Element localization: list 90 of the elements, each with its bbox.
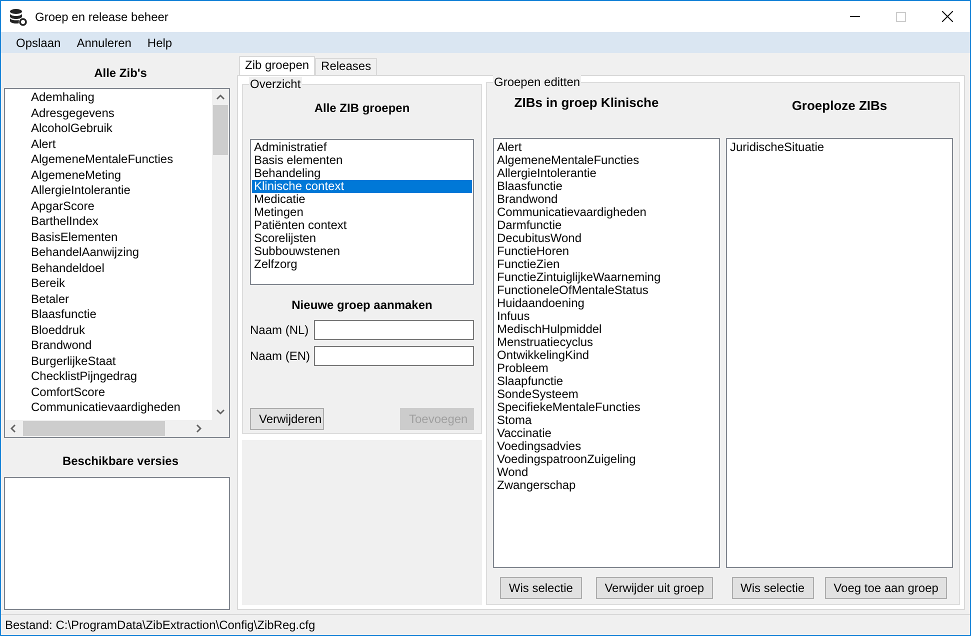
list-item[interactable]: Blaasfunctie [31, 307, 212, 322]
list-item[interactable]: Metingen [252, 206, 472, 219]
menu-item[interactable]: Help [139, 34, 180, 52]
list-item[interactable]: Behandeling [252, 167, 472, 180]
minimize-icon [850, 16, 860, 17]
list-item[interactable]: AllergieIntolerantie [31, 183, 212, 198]
list-item[interactable]: Communicatievaardigheden [31, 400, 212, 416]
text-field[interactable] [314, 320, 474, 340]
section-heading: Nieuwe groep aanmaken [290, 297, 434, 314]
section-heading: ZIBs in groep Klinische [513, 94, 660, 112]
list-item[interactable]: Bereik [31, 276, 212, 292]
list-item[interactable]: FunctieZintuiglijkeWaarneming [497, 270, 719, 284]
list-item[interactable]: AlgemeneMeting [31, 168, 212, 183]
scrollbar-thumb[interactable] [213, 105, 228, 155]
panel-heading: Alle Zib's [93, 65, 148, 82]
list-item[interactable]: BurgerlijkeStaat [31, 354, 212, 369]
list-item[interactable]: FunctioneleOfMentaleStatus [497, 284, 719, 296]
list-item[interactable]: BehandelAanwijzing [31, 245, 212, 260]
list-item[interactable]: Probleem [497, 362, 719, 374]
field-label: Naam (EN) [250, 348, 312, 365]
list-item[interactable]: Zelfzorg [252, 258, 472, 271]
status-text: Bestand: C:\ProgramData\ZibExtraction\Config\ZibReg.cfg [5, 617, 316, 634]
list-item[interactable]: Brandwond [497, 192, 719, 206]
list-item[interactable]: DecubitusWond [497, 232, 719, 244]
list-item[interactable]: BarthelIndex [31, 214, 212, 230]
list-item[interactable]: Basis elementen [252, 154, 472, 167]
list-item[interactable]: Patiënten context [252, 219, 472, 232]
list-item[interactable]: SondeSysteem [497, 388, 719, 400]
group-legend: Groepen editten [493, 75, 582, 89]
list-item[interactable]: MedischHulpmiddel [497, 322, 719, 336]
list-item[interactable]: Betaler [31, 292, 212, 307]
action-button[interactable]: Verwijder uit groep [596, 577, 714, 599]
list-item[interactable]: FunctieHoren [497, 244, 719, 258]
list-item[interactable]: Darmfunctie [497, 218, 719, 232]
list-item[interactable]: Blaasfunctie [497, 180, 719, 192]
field-label: Naam (NL) [250, 322, 310, 339]
list-item[interactable]: Bloeddruk [31, 322, 212, 338]
list-item[interactable]: Stoma [497, 414, 719, 426]
menu-item[interactable]: Opslaan [8, 34, 69, 52]
list-item[interactable]: Huidaandoening [497, 296, 719, 310]
list-item[interactable]: AlgemeneMentaleFuncties [497, 154, 719, 166]
list-item[interactable]: Menstruatiecyclus [497, 336, 719, 348]
list-item[interactable]: Scorelijsten [252, 232, 472, 245]
action-button[interactable]: Voeg toe aan groep [824, 577, 948, 599]
close-icon [942, 11, 952, 22]
list-item[interactable]: Administratief [252, 141, 472, 154]
list-item[interactable]: OntwikkelingKind [497, 348, 719, 362]
horizontal-scrollbar[interactable] [5, 420, 229, 437]
action-button[interactable]: Wis selectie [500, 577, 582, 599]
list-item[interactable]: VoedingspatroonZuigeling [497, 452, 719, 466]
list-item[interactable]: Ademhaling [31, 90, 212, 106]
list-item[interactable]: Brandwond [31, 338, 212, 354]
list-item[interactable]: AlgemeneMentaleFuncties [31, 152, 212, 168]
list-item[interactable]: Klinische context [252, 180, 472, 193]
list-item[interactable]: Alert [497, 140, 719, 154]
panel-heading: Beschikbare versies [61, 453, 180, 470]
action-button[interactable]: Wis selectie [732, 577, 814, 599]
list-item[interactable]: BasisElementen [31, 230, 212, 245]
list-item[interactable]: Adresgegevens [31, 106, 212, 121]
list-item[interactable]: ComfortScore [31, 384, 212, 400]
list-item[interactable]: Subbouwstenen [252, 245, 472, 258]
list-item[interactable]: Behandeldoel [31, 260, 212, 276]
database-gear-icon [9, 8, 27, 26]
list-item[interactable]: Wond [497, 466, 719, 478]
list-item[interactable]: AlcoholGebruik [31, 121, 212, 136]
list-item[interactable]: Alert [31, 136, 212, 152]
menu-item[interactable]: Annuleren [68, 34, 140, 52]
tab[interactable]: Zib groepen [239, 56, 316, 75]
list-item[interactable]: Infuus [497, 310, 719, 322]
list-item[interactable]: Zwangerschap [497, 478, 719, 492]
vertical-scrollbar[interactable] [212, 89, 229, 420]
window-title: Groep en release beheer [35, 8, 168, 26]
section-heading: Alle ZIB groepen [313, 100, 411, 117]
list-item[interactable]: Communicatievaardigheden [497, 206, 719, 218]
scrollbar-thumb[interactable] [23, 421, 165, 436]
list-item[interactable]: FunctieZien [497, 258, 719, 270]
list-item[interactable]: SpecifiekeMentaleFuncties [497, 400, 719, 414]
list-item[interactable]: Medicatie [252, 193, 472, 206]
list-item[interactable]: Vaccinatie [497, 426, 719, 440]
action-button[interactable]: Verwijderen [250, 408, 324, 430]
text-field[interactable] [314, 346, 474, 366]
list-item[interactable]: JuridischeSituatie [730, 140, 952, 154]
section-heading: Groeploze ZIBs [790, 97, 888, 115]
group-legend: Overzicht [249, 77, 302, 91]
list-item[interactable]: ChecklistPijngedrag [31, 369, 212, 384]
list-item[interactable]: Voedingsadvies [497, 440, 719, 452]
list-item[interactable]: ApgarScore [31, 198, 212, 214]
list-item[interactable]: AllergieIntolerantie [497, 166, 719, 180]
list-item[interactable]: Slaapfunctie [497, 374, 719, 388]
tab[interactable]: Releases [315, 58, 378, 75]
